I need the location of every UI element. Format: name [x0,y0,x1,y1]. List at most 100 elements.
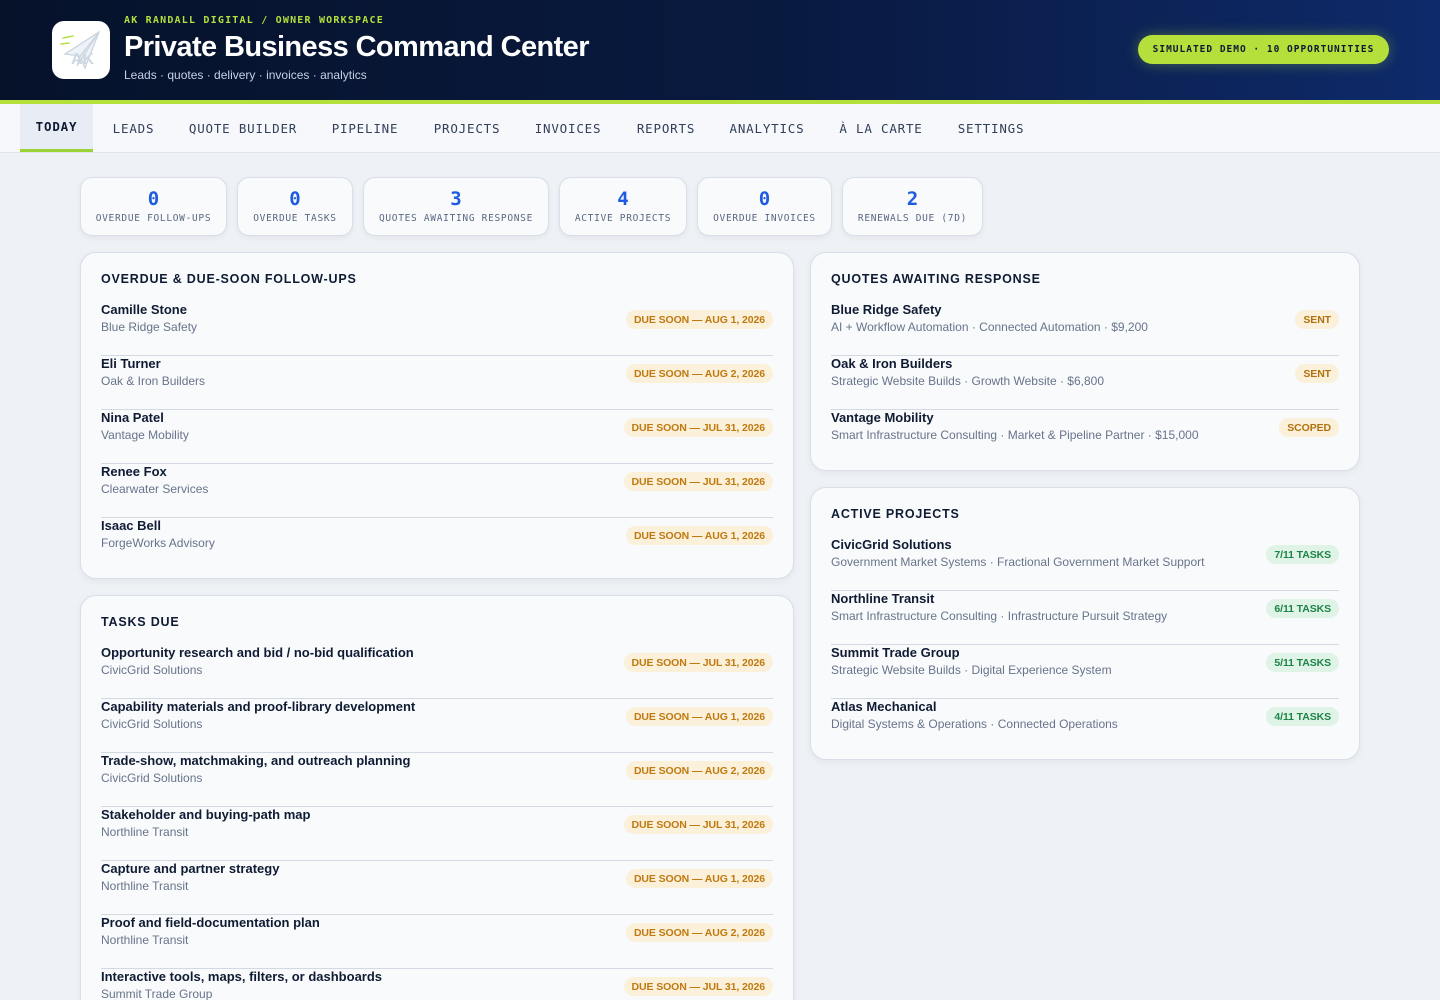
task-row[interactable]: Capture and partner strategy Northline T… [101,861,773,915]
stat-overdue-invoices[interactable]: 0 OVERDUE INVOICES [697,177,832,236]
task-name: Interactive tools, maps, filters, or das… [101,969,383,984]
project-detail: Strategic Website Builds · Digital Exper… [831,663,1112,677]
tab-settings[interactable]: SETTINGS [946,104,1036,152]
task-row[interactable]: Capability materials and proof-library d… [101,699,773,753]
stat-value: 0 [758,188,771,210]
stat-value: 3 [450,188,462,210]
follow-up-row[interactable]: Nina Patel Vantage Mobility DUE SOON — J… [101,410,773,464]
stat-overdue-follow-ups[interactable]: 0 OVERDUE FOLLOW-UPS [80,177,227,236]
task-row[interactable]: Trade-show, matchmaking, and outreach pl… [101,753,773,807]
task-name: Opportunity research and bid / no-bid qu… [101,645,414,660]
client-name: Oak & Iron Builders [831,356,953,371]
client-name: Northline Transit [831,591,935,606]
card-title: ACTIVE PROJECTS [831,507,960,521]
paper-plane-logo-icon: AK [60,30,101,70]
quote-status-badge: SENT [1295,364,1339,383]
follow-up-row[interactable]: Renee Fox Clearwater Services DUE SOON —… [101,464,773,518]
task-progress-badge: 6/11 TASKS [1266,599,1339,618]
client-name: CivicGrid Solutions [831,537,952,552]
company-name: Blue Ridge Safety [101,320,198,334]
stat-label: OVERDUE FOLLOW-UPS [95,213,212,224]
task-row[interactable]: Interactive tools, maps, filters, or das… [101,969,773,1000]
due-badge: DUE SOON — JUL 31, 2026 [623,472,773,491]
tab-leads[interactable]: LEADS [100,104,167,152]
task-name: Stakeholder and buying-path map [101,807,311,822]
project-row[interactable]: Atlas Mechanical Digital Systems & Opera… [831,699,1339,753]
page-title: Private Business Command Center [124,31,589,63]
logo: AK [52,21,110,79]
tab-projects[interactable]: PROJECTS [422,104,512,152]
due-badge: DUE SOON — JUL 31, 2026 [623,653,773,672]
contact-name: Isaac Bell [101,518,161,533]
due-badge: DUE SOON — JUL 31, 2026 [623,977,773,996]
tab-quote-builder[interactable]: QUOTE BUILDER [178,104,308,152]
task-row[interactable]: Proof and field-documentation plan North… [101,915,773,969]
project-row[interactable]: Summit Trade Group Strategic Website Bui… [831,645,1339,699]
active-projects-card: ACTIVE PROJECTS CivicGrid Solutions Gove… [810,487,1360,760]
quote-status-badge: SCOPED [1279,418,1339,437]
due-badge: DUE SOON — JUL 31, 2026 [623,815,773,834]
client-name: CivicGrid Solutions [101,663,203,677]
client-name: Northline Transit [101,879,189,893]
card-title: QUOTES AWAITING RESPONSE [831,272,1041,286]
contact-name: Renee Fox [101,464,167,479]
quote-detail: AI + Workflow Automation · Connected Aut… [831,320,1148,334]
page-subtitle: Leads · quotes · delivery · invoices · a… [124,68,367,82]
due-badge: DUE SOON — AUG 1, 2026 [625,526,773,545]
tab-analytics[interactable]: ANALYTICS [718,104,816,152]
stat-value: 4 [617,188,629,210]
client-name: Vantage Mobility [831,410,934,425]
tab-reports[interactable]: REPORTS [625,104,707,152]
due-badge: DUE SOON — JUL 31, 2026 [623,418,773,437]
stat-value: 0 [147,188,160,210]
company-name: Vantage Mobility [101,428,189,442]
follow-ups-card: OVERDUE & DUE-SOON FOLLOW-UPS Camille St… [80,252,794,579]
quote-row[interactable]: Oak & Iron Builders Strategic Website Bu… [831,356,1339,410]
stat-renewals-due[interactable]: 2 RENEWALS DUE (7D) [842,177,983,236]
quote-detail: Strategic Website Builds · Growth Websit… [831,374,1105,388]
stat-label: ACTIVE PROJECTS [574,213,672,224]
project-detail: Digital Systems & Operations · Connected… [831,717,1118,731]
tab-pipeline[interactable]: PIPELINE [320,104,410,152]
card-title: TASKS DUE [101,615,180,629]
task-row[interactable]: Stakeholder and buying-path map Northlin… [101,807,773,861]
project-row[interactable]: CivicGrid Solutions Government Market Sy… [831,537,1339,591]
demo-status-badge[interactable]: SIMULATED DEMO · 10 OPPORTUNITIES [1138,35,1389,64]
company-name: Oak & Iron Builders [101,374,206,388]
stat-value: 2 [906,188,919,210]
due-badge: DUE SOON — AUG 1, 2026 [625,869,773,888]
client-name: Summit Trade Group [101,987,213,1000]
project-detail: Smart Infrastructure Consulting · Infras… [831,609,1168,623]
project-detail: Government Market Systems · Fractional G… [831,555,1205,569]
due-badge: DUE SOON — AUG 2, 2026 [625,761,773,780]
client-name: Northline Transit [101,933,189,947]
stat-overdue-tasks[interactable]: 0 OVERDUE TASKS [237,177,353,236]
task-name: Capture and partner strategy [101,861,280,876]
client-name: Atlas Mechanical [831,699,937,714]
tasks-due-card: TASKS DUE Opportunity research and bid /… [80,595,794,1000]
tab-today[interactable]: TODAY [20,104,93,152]
quote-row[interactable]: Vantage Mobility Smart Infrastructure Co… [831,410,1339,464]
workspace-eyebrow: AK RANDALL DIGITAL / OWNER WORKSPACE [124,15,384,26]
quote-detail: Smart Infrastructure Consulting · Market… [831,428,1199,442]
stat-label: OVERDUE INVOICES [713,213,816,224]
due-badge: DUE SOON — AUG 1, 2026 [625,707,773,726]
tab-a-la-carte[interactable]: À LA CARTE [828,104,934,152]
follow-up-row[interactable]: Eli Turner Oak & Iron Builders DUE SOON … [101,356,773,410]
stat-quotes-awaiting[interactable]: 3 QUOTES AWAITING RESPONSE [363,177,549,236]
quote-row[interactable]: Blue Ridge Safety AI + Workflow Automati… [831,302,1339,356]
contact-name: Camille Stone [101,302,187,317]
contact-name: Nina Patel [101,410,164,425]
client-name: Blue Ridge Safety [831,302,942,317]
follow-up-row[interactable]: Camille Stone Blue Ridge Safety DUE SOON… [101,302,773,356]
task-row[interactable]: Opportunity research and bid / no-bid qu… [101,645,773,699]
stat-active-projects[interactable]: 4 ACTIVE PROJECTS [559,177,687,236]
quotes-awaiting-card: QUOTES AWAITING RESPONSE Blue Ridge Safe… [810,252,1360,471]
tab-invoices[interactable]: INVOICES [523,104,613,152]
project-row[interactable]: Northline Transit Smart Infrastructure C… [831,591,1339,645]
main-nav: TODAY LEADS QUOTE BUILDER PIPELINE PROJE… [0,104,1440,153]
due-badge: DUE SOON — AUG 2, 2026 [625,923,773,942]
client-name: CivicGrid Solutions [101,717,203,731]
follow-up-row[interactable]: Isaac Bell ForgeWorks Advisory DUE SOON … [101,518,773,572]
svg-text:AK: AK [71,51,95,68]
